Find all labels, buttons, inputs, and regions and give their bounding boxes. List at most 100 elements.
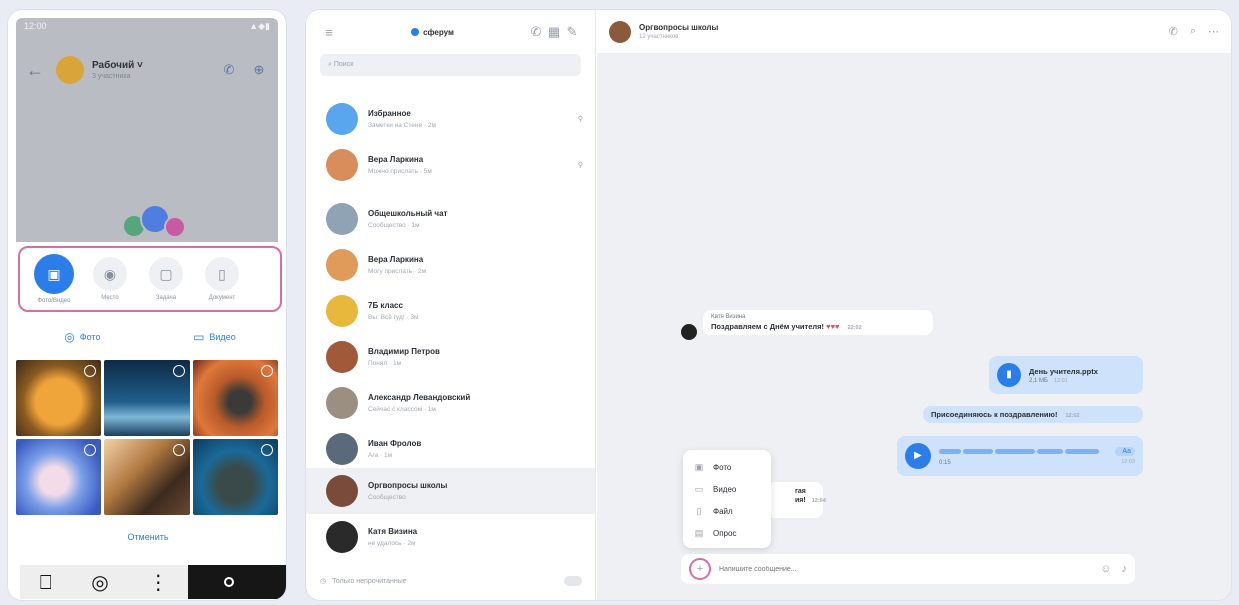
gallery-photo[interactable]: [192, 439, 278, 515]
chat-list-item[interactable]: Вера Ларкина Могу прислать · 2м: [306, 242, 595, 288]
pin-icon: ⚲: [577, 116, 583, 123]
compose-icon[interactable]: ✎: [563, 24, 581, 40]
select-circle-icon[interactable]: [172, 444, 185, 456]
avatar: [326, 521, 358, 553]
emoji-icon[interactable]: ☺: [1100, 563, 1111, 575]
chat-avatar[interactable]: [609, 20, 631, 43]
gallery-photo[interactable]: [16, 360, 102, 436]
group-avatars: [116, 204, 196, 240]
message-bubble[interactable]: гая ия! 12:04: [767, 482, 826, 518]
phone-call-icon[interactable]: ✆: [220, 61, 238, 79]
chat-title[interactable]: Оргвопросы школы: [639, 23, 1157, 32]
search-input[interactable]: ⌕ Поиск: [320, 54, 581, 76]
avatar: [326, 203, 358, 235]
attach-photo-video[interactable]: ▣ Фото/Видео: [26, 254, 82, 304]
avatar: [326, 295, 358, 327]
clock-icon: ◷: [320, 578, 327, 585]
chat-list-item[interactable]: Владимир Петров Понял · 1м: [306, 334, 595, 380]
attach-menu-file[interactable]: ▯ Файл: [683, 500, 771, 522]
status-bar: 12:00 ▲◆▮: [16, 18, 278, 34]
tab-photo[interactable]: ◎ Фото: [64, 330, 100, 344]
chat-avatar[interactable]: [56, 56, 84, 84]
photo-icon: ▣: [694, 461, 704, 472]
attach-button[interactable]: +: [689, 558, 711, 580]
unread-toggle[interactable]: [564, 576, 582, 586]
cancel-button[interactable]: Отменить: [48, 525, 248, 549]
message-composer: + ☺ ♪: [681, 554, 1135, 584]
lens-icon[interactable]: ◎: [91, 570, 108, 594]
add-member-icon[interactable]: ⊕: [250, 61, 268, 79]
message-input[interactable]: [719, 565, 1091, 573]
gallery-photo[interactable]: [104, 360, 190, 436]
chat-list-item[interactable]: Общешкольный чат Сообщество · 1м: [306, 196, 595, 242]
speed-toggle[interactable]: Аа: [1115, 447, 1135, 456]
message-bubble[interactable]: Катя Визина Поздравляем с Днём учителя! …: [703, 310, 933, 335]
menu-icon[interactable]: ≡: [320, 25, 338, 40]
contact-icon: ▢: [149, 257, 183, 291]
chat-list-item-active[interactable]: Оргвопросы школы Сообщество: [306, 468, 595, 514]
hearts-emoji: ♥♥♥: [826, 322, 840, 331]
message-bubble[interactable]: Присоединяюсь к поздравлению! 12:02: [923, 406, 1143, 423]
attach-document[interactable]: ▯ Документ: [194, 257, 250, 301]
desktop-app-window: ≡ сферум ✆ ▦ ✎ ⌕ Поиск Избранное Заметки …: [306, 10, 1231, 600]
tab-video[interactable]: ▭ Видео: [193, 330, 236, 344]
file-icon: ▯: [696, 505, 702, 516]
avatar: [326, 341, 358, 373]
microphone-icon[interactable]: ♪: [1122, 563, 1128, 575]
select-circle-icon[interactable]: [261, 365, 273, 377]
unread-filter[interactable]: ◷ Только непрочитанные: [320, 572, 582, 590]
chat-list-item[interactable]: Катя Визина не удалось · 2м: [306, 514, 595, 560]
attach-menu-photo[interactable]: ▣ Фото: [683, 456, 771, 478]
search-icon[interactable]: ⌕: [1190, 25, 1196, 38]
image-icon: ▣: [34, 254, 74, 294]
bookmark-icon[interactable]: ⎕: [40, 570, 52, 594]
gallery-photo[interactable]: [16, 439, 102, 515]
camera-icon: ◎: [64, 330, 75, 344]
attach-menu-poll[interactable]: ▤ Опрос: [683, 522, 771, 544]
home-circle-icon[interactable]: [224, 577, 234, 587]
phone-icon[interactable]: ✆: [1169, 25, 1178, 38]
chat-title[interactable]: Рабочий ˅: [92, 60, 208, 71]
avatar: [326, 475, 358, 507]
file-message[interactable]: ▮ День учителя.pptx 2,1 МБ 12:01: [989, 356, 1143, 394]
attach-task[interactable]: ▢ Задача: [138, 257, 194, 301]
plus-icon: +: [696, 563, 704, 575]
video-icon: ▭: [694, 483, 704, 494]
chat-list-item[interactable]: Иван Фролов Ага · 1м: [306, 426, 595, 472]
poll-icon: ▤: [694, 527, 704, 538]
more-icon[interactable]: ⋯: [1208, 25, 1219, 38]
attach-menu: ▣ Фото ▭ Видео ▯ Файл ▤ Опрос: [683, 450, 771, 548]
android-nav-bar: ⎕ ◎ ⋮: [20, 565, 286, 599]
select-circle-icon[interactable]: [84, 444, 97, 456]
chat-list-item[interactable]: Вера Ларкина Можно прислать · 5м ⚲: [306, 142, 595, 188]
phone-chat-background: 12:00 ▲◆▮ ← Рабочий ˅ 3 участника ✆ ⊕: [16, 18, 278, 242]
attach-menu-video[interactable]: ▭ Видео: [683, 478, 771, 500]
location-icon: ◉: [93, 257, 127, 291]
chat-list-item[interactable]: 7Б класс Вы: Всё гуд! · 3м: [306, 288, 595, 334]
gallery-photo[interactable]: [104, 439, 190, 515]
gallery-grid: [16, 360, 278, 515]
select-circle-icon[interactable]: [261, 444, 273, 456]
attachment-type-bar: ▣ Фото/Видео ◉ Место ▢ Задача ▯ Документ: [18, 246, 282, 312]
call-icon[interactable]: ✆: [527, 24, 545, 40]
avatar: [681, 324, 697, 340]
attach-location[interactable]: ◉ Место: [82, 257, 138, 301]
back-arrow-icon[interactable]: ←: [26, 60, 48, 81]
phone-chat-header: ← Рабочий ˅ 3 участника ✆ ⊕: [16, 48, 278, 92]
more-icon[interactable]: ⋮: [148, 570, 168, 594]
video-camera-icon: ▭: [193, 330, 205, 344]
voice-message[interactable]: ▶ 0:15 Аа 12:03: [897, 436, 1143, 476]
select-circle-icon[interactable]: [172, 365, 185, 377]
avatar: [326, 387, 358, 419]
play-icon[interactable]: ▶: [905, 443, 931, 469]
waveform[interactable]: [939, 447, 1109, 457]
chat-list-item[interactable]: Александр Левандовский Сейчас с классом ·…: [306, 380, 595, 426]
chat-list-item[interactable]: Избранное Заметки на Стене · 2м ⚲: [306, 96, 595, 142]
chat-pane: Оргвопросы школы 12 участников ✆ ⌕ ⋯ Кат…: [597, 10, 1231, 600]
select-circle-icon[interactable]: [84, 365, 97, 377]
gallery-photo[interactable]: [192, 360, 278, 436]
document-icon: ▮: [997, 363, 1021, 387]
chat-header: Оргвопросы школы 12 участников ✆ ⌕ ⋯: [597, 10, 1231, 54]
calendar-icon[interactable]: ▦: [545, 24, 563, 40]
avatar: [326, 249, 358, 281]
